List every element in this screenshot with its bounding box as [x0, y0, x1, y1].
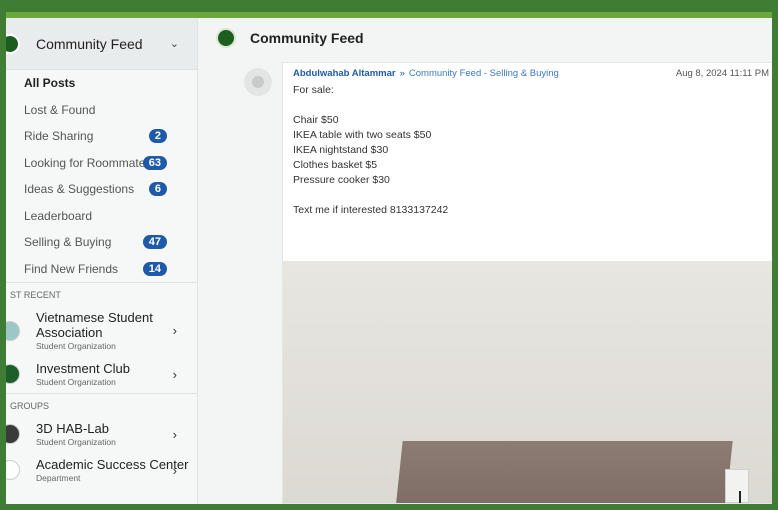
sidebar-item[interactable]: Ride Sharing 2 [6, 123, 197, 150]
sidebar-item-label: Ideas & Suggestions [24, 182, 135, 197]
post-channel-link[interactable]: Community Feed - Selling & Buying [409, 68, 559, 79]
group-name: 3D HAB-Lab [36, 421, 109, 436]
sidebar-item-label: Find New Friends [24, 261, 119, 276]
breadcrumb-separator: » [399, 67, 405, 79]
groups-list: 3D HAB-Lab Student Organization › Academic … [6, 417, 197, 489]
sidebar-item[interactable]: Lost & Found [6, 97, 197, 124]
group-item[interactable]: Investment Club Student Organization › [6, 357, 197, 393]
count-badge: 14 [142, 261, 167, 276]
chevron-right-icon[interactable]: › [173, 367, 177, 382]
post-line: Clothes basket $5 [293, 159, 378, 171]
count-badge: 63 [142, 155, 167, 170]
group-item[interactable]: Academic Success Center Department › [6, 453, 197, 489]
group-avatar [6, 320, 20, 341]
post-line [293, 98, 769, 113]
chevron-down-icon[interactable]: ⌄ [170, 37, 179, 50]
community-feed-header[interactable]: Community Feed ⌄ [6, 18, 197, 70]
sidebar-item[interactable]: Find New Friends 14 [6, 256, 197, 283]
chevron-right-icon[interactable]: › [173, 323, 177, 338]
photo-table [395, 441, 733, 503]
sidebar: Community Feed ⌄ All Posts Lost & Found Ri… [6, 18, 198, 504]
photo-cord [739, 491, 763, 503]
count-badge: 47 [142, 235, 167, 250]
community-logo-icon [6, 33, 20, 54]
group-type: Student Organization [36, 341, 116, 351]
sidebar-item-label: Selling & Buying [24, 235, 112, 250]
post-author-link[interactable]: Abdulwahab Altammar [293, 68, 396, 79]
sidebar-title: Community Feed [36, 35, 143, 52]
group-type: Student Organization [36, 437, 116, 447]
chevron-right-icon[interactable]: › [173, 427, 177, 442]
main-content: Community Feed Abdulwahab Altammar » Com… [198, 18, 772, 504]
groups-label: GROUPS [6, 393, 197, 417]
app-frame: Community Feed ⌄ All Posts Lost & Found Ri… [0, 0, 778, 510]
count-badge: 6 [148, 182, 167, 197]
post-line [293, 188, 769, 203]
group-avatar [6, 460, 20, 480]
post-line: Chair $50 [293, 114, 339, 126]
group-text: 3D HAB-Lab Student Organization [36, 421, 116, 447]
post-photo[interactable] [283, 261, 772, 503]
group-type: Student Organization [36, 377, 116, 387]
page-title: Community Feed [250, 30, 364, 46]
post-timestamp: Aug 8, 2024 11:11 PM [675, 67, 769, 79]
group-item[interactable]: Vietnamese Student Association Student Or… [6, 306, 197, 357]
sidebar-item-label: Ride Sharing [24, 129, 94, 144]
group-avatar [6, 364, 20, 384]
sidebar-item-label: Lost & Found [24, 102, 96, 117]
group-name: Academic Success Center [36, 457, 189, 472]
group-type: Department [36, 473, 81, 483]
sidebar-item[interactable]: All Posts [6, 70, 197, 97]
group-item[interactable]: 3D HAB-Lab Student Organization › [6, 417, 197, 453]
sidebar-item[interactable]: Leaderboard [6, 203, 197, 230]
post-line: For sale: [293, 84, 334, 96]
group-text: Investment Club Student Organization [36, 361, 130, 387]
author-avatar[interactable] [244, 68, 272, 96]
group-text: Academic Success Center Department [36, 457, 188, 483]
post-body: For sale: Chair $50 IKEA table with two se… [283, 83, 772, 218]
most-recent-label: ST RECENT [6, 282, 197, 306]
post-line: Text me if interested 8133137242 [293, 204, 449, 216]
recent-list: Vietnamese Student Association Student Or… [6, 306, 197, 393]
main-header: Community Feed [198, 18, 772, 58]
post-line: IKEA nightstand $30 [293, 144, 389, 156]
post-meta: Abdulwahab Altammar » Community Feed - S… [283, 63, 772, 83]
group-name: Investment Club [36, 361, 130, 376]
post-line: Pressure cooker $30 [293, 174, 390, 186]
sidebar-item[interactable]: Looking for Roommates 63 [6, 150, 197, 177]
sidebar-nav: All Posts Lost & Found Ride Sharing 2 Lookin… [6, 70, 197, 282]
community-logo-icon [216, 28, 236, 48]
count-badge: 2 [148, 129, 167, 144]
chevron-right-icon[interactable]: › [173, 463, 177, 478]
sidebar-item-label: All Posts [24, 76, 76, 91]
sidebar-item-label: Leaderboard [24, 208, 93, 223]
sidebar-item[interactable]: Ideas & Suggestions 6 [6, 176, 197, 203]
sidebar-item[interactable]: Selling & Buying 47 [6, 229, 197, 256]
group-avatar [6, 424, 20, 444]
post-line: IKEA table with two seats $50 [293, 129, 432, 141]
sidebar-item-label: Looking for Roommates [24, 155, 152, 170]
post-card: Abdulwahab Altammar » Community Feed - S… [282, 62, 772, 504]
